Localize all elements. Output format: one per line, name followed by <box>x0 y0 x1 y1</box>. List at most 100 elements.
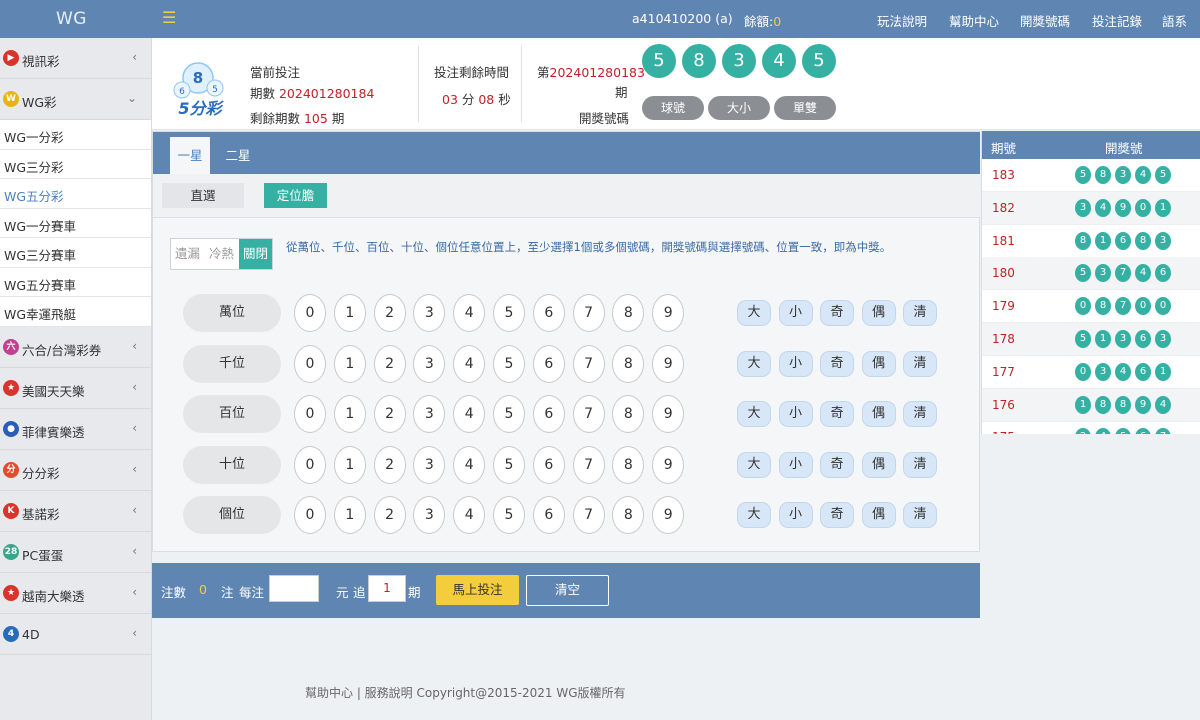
number-ball[interactable]: 2 <box>373 395 406 433</box>
number-ball[interactable]: 5 <box>493 496 525 534</box>
number-ball[interactable]: 6 <box>532 344 565 383</box>
place-bet-button[interactable]: 馬上投注 <box>436 575 519 605</box>
quick-select-button[interactable]: 小 <box>778 300 813 326</box>
number-ball[interactable]: 5 <box>493 294 525 332</box>
quick-select-button[interactable]: 偶 <box>861 350 896 377</box>
number-ball[interactable]: 9 <box>652 294 685 332</box>
view-button-2[interactable]: 單雙 <box>774 96 836 120</box>
subtab-direct[interactable]: 直選 <box>162 183 244 208</box>
number-ball[interactable]: 8 <box>612 445 645 484</box>
sidebar-cat-4[interactable]: ● 菲律賓樂透 ‹ <box>0 409 151 450</box>
sidebar-item-wg-3[interactable]: WG一分賽車 <box>0 208 151 238</box>
toggle-hot-cold[interactable]: 冷熱 <box>205 239 238 269</box>
number-ball[interactable]: 0 <box>294 344 326 383</box>
number-ball[interactable]: 8 <box>612 395 645 433</box>
quick-select-button[interactable]: 奇 <box>820 300 854 326</box>
quick-select-button[interactable]: 奇 <box>820 451 854 478</box>
sidebar-item-wg-5[interactable]: WG五分賽車 <box>0 267 151 297</box>
number-ball[interactable]: 0 <box>294 395 326 433</box>
number-ball[interactable]: 9 <box>652 344 685 383</box>
number-ball[interactable]: 6 <box>532 294 565 332</box>
quick-select-button[interactable]: 清 <box>903 451 937 478</box>
sidebar-cat-5[interactable]: 分分分彩 ‹ <box>0 450 151 491</box>
quick-select-button[interactable]: 清 <box>903 401 937 427</box>
quick-select-button[interactable]: 偶 <box>861 300 896 326</box>
sidebar-cat-2[interactable]: 六六合/台灣彩券 ‹ <box>0 327 151 368</box>
number-ball[interactable]: 2 <box>373 445 406 484</box>
number-ball[interactable]: 3 <box>413 496 446 534</box>
tab-one-star[interactable]: 一星 <box>170 137 210 174</box>
sidebar-cat-9[interactable]: 4 4D ‹ <box>0 614 151 655</box>
number-ball[interactable]: 2 <box>373 496 406 534</box>
quick-select-button[interactable]: 奇 <box>820 350 854 377</box>
number-ball[interactable]: 9 <box>652 496 685 534</box>
number-ball[interactable]: 7 <box>572 294 605 332</box>
number-ball[interactable]: 2 <box>373 294 406 332</box>
number-ball[interactable]: 0 <box>294 445 326 484</box>
number-ball[interactable]: 5 <box>493 445 525 484</box>
number-ball[interactable]: 1 <box>333 445 366 484</box>
quick-select-button[interactable]: 小 <box>778 502 813 528</box>
quick-select-button[interactable]: 小 <box>778 451 813 478</box>
number-ball[interactable]: 8 <box>612 294 645 332</box>
number-ball[interactable]: 4 <box>453 445 486 484</box>
nav-help[interactable]: 幫助中心 <box>949 11 999 30</box>
sidebar-cat-1[interactable]: W WG彩 ⌄ <box>0 79 151 120</box>
per-bet-amount-input[interactable] <box>269 575 319 602</box>
view-button-0[interactable]: 球號 <box>642 96 704 120</box>
quick-select-button[interactable]: 偶 <box>861 502 896 528</box>
quick-select-button[interactable]: 偶 <box>861 451 896 478</box>
number-ball[interactable]: 9 <box>652 445 685 484</box>
number-ball[interactable]: 7 <box>572 496 605 534</box>
number-ball[interactable]: 4 <box>453 395 486 433</box>
number-ball[interactable]: 6 <box>532 445 565 484</box>
tab-two-star[interactable]: 二星 <box>218 137 258 174</box>
sidebar-cat-0[interactable]: ▶ 視訊彩 ‹ <box>0 38 151 79</box>
number-ball[interactable]: 3 <box>413 294 446 332</box>
nav-rules[interactable]: 玩法說明 <box>877 11 927 30</box>
number-ball[interactable]: 7 <box>572 395 605 433</box>
sidebar-item-wg-1[interactable]: WG三分彩 <box>0 149 151 179</box>
sidebar-item-wg-0[interactable]: WG一分彩 <box>0 120 151 150</box>
quick-select-button[interactable]: 奇 <box>820 401 854 427</box>
view-button-1[interactable]: 大小 <box>708 96 770 120</box>
toggle-off[interactable]: 關閉 <box>239 239 272 269</box>
subtab-position[interactable]: 定位膽 <box>264 183 327 208</box>
number-ball[interactable]: 5 <box>493 344 525 383</box>
number-ball[interactable]: 2 <box>373 344 406 383</box>
number-ball[interactable]: 3 <box>413 445 446 484</box>
site-logo[interactable]: WG <box>56 9 87 29</box>
number-ball[interactable]: 4 <box>453 344 486 383</box>
number-ball[interactable]: 1 <box>333 344 366 383</box>
number-ball[interactable]: 1 <box>333 294 366 332</box>
clear-button[interactable]: 清空 <box>526 575 609 606</box>
nav-language[interactable]: 語系 <box>1162 11 1187 30</box>
number-ball[interactable]: 9 <box>652 395 685 433</box>
number-ball[interactable]: 5 <box>493 395 525 433</box>
chase-periods-input[interactable]: 1 <box>368 575 406 602</box>
number-ball[interactable]: 1 <box>333 395 366 433</box>
sidebar-item-wg-4[interactable]: WG三分賽車 <box>0 238 151 268</box>
quick-select-button[interactable]: 大 <box>737 502 771 528</box>
quick-select-button[interactable]: 清 <box>903 300 937 326</box>
number-ball[interactable]: 3 <box>413 395 446 433</box>
number-ball[interactable]: 8 <box>612 496 645 534</box>
quick-select-button[interactable]: 小 <box>778 350 813 377</box>
number-ball[interactable]: 7 <box>572 344 605 383</box>
number-ball[interactable]: 4 <box>453 294 486 332</box>
number-ball[interactable]: 1 <box>333 496 366 534</box>
number-ball[interactable]: 0 <box>294 496 326 534</box>
number-ball[interactable]: 6 <box>532 395 565 433</box>
quick-select-button[interactable]: 奇 <box>820 502 854 528</box>
sidebar-cat-7[interactable]: 28 PC蛋蛋 ‹ <box>0 532 151 573</box>
number-ball[interactable]: 4 <box>453 496 486 534</box>
sidebar-cat-6[interactable]: K 基諾彩 ‹ <box>0 491 151 532</box>
sidebar-item-wg-2[interactable]: WG五分彩 <box>0 179 151 209</box>
sidebar-item-wg-6[interactable]: WG幸運飛艇 <box>0 297 151 327</box>
number-ball[interactable]: 0 <box>294 294 326 332</box>
quick-select-button[interactable]: 偶 <box>861 401 896 427</box>
nav-draw-results[interactable]: 開獎號碼 <box>1020 11 1070 30</box>
quick-select-button[interactable]: 清 <box>903 502 937 528</box>
quick-select-button[interactable]: 小 <box>778 401 813 427</box>
sidebar-cat-3[interactable]: ★ 美國天天樂 ‹ <box>0 368 151 409</box>
